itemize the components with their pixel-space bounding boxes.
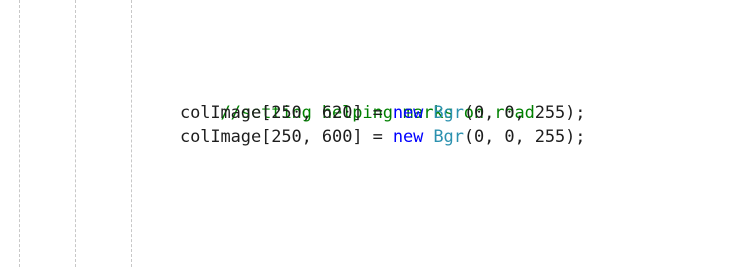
- punctuation: ,: [301, 103, 322, 123]
- number-literal: 250: [271, 103, 302, 123]
- operator: ] =: [352, 127, 393, 147]
- type-name: Bgr: [433, 127, 464, 147]
- arguments: (0, 0, 255);: [463, 127, 586, 147]
- number-literal: 600: [321, 127, 353, 147]
- indent-guide: [131, 0, 132, 267]
- number-literal: 620: [321, 103, 353, 123]
- type-name: Bgr: [433, 103, 464, 123]
- indent-guide: [75, 0, 76, 267]
- code-line: colImage[250, 600] = new Bgr(0, 0, 255);: [180, 125, 586, 149]
- punctuation: ,: [301, 127, 322, 147]
- identifier: colImage: [180, 127, 262, 147]
- arguments: (0, 0, 255);: [463, 103, 586, 123]
- code-line: colImage[250, 620] = new Bgr(0, 0, 255);: [180, 101, 586, 125]
- identifier: colImage: [180, 103, 262, 123]
- keyword: new: [392, 103, 424, 123]
- indent-guide: [19, 0, 20, 267]
- operator: ] =: [352, 103, 393, 123]
- code-editor[interactable]: //setting helping marks on road colImage…: [0, 0, 742, 267]
- punctuation: [: [261, 127, 272, 147]
- keyword: new: [392, 127, 424, 147]
- number-literal: 250: [271, 127, 302, 147]
- punctuation: [: [261, 103, 272, 123]
